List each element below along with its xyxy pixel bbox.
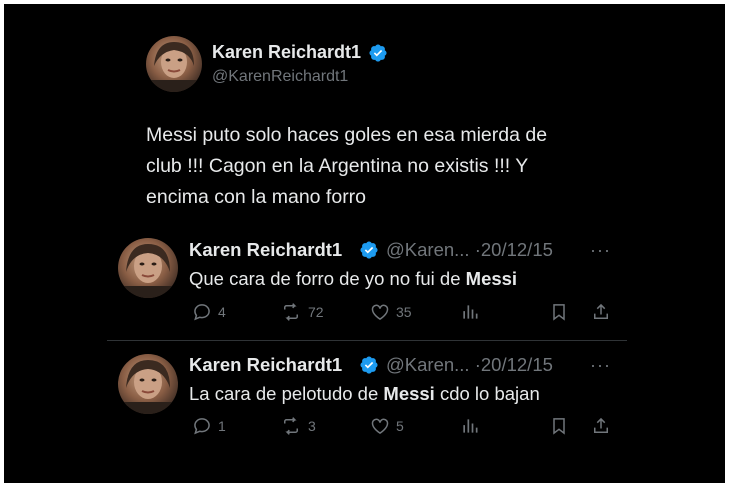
- bookmark-icon: [553, 304, 565, 321]
- avatar[interactable]: [118, 354, 178, 414]
- share-action[interactable]: [591, 416, 611, 436]
- like-icon: [371, 304, 389, 320]
- reply-count: 4: [218, 304, 226, 320]
- author-name[interactable]: Karen Reichardt1: [189, 239, 342, 261]
- repost-icon: [284, 303, 298, 321]
- avatar[interactable]: [146, 36, 202, 92]
- reply-text-mention: Messi: [465, 268, 518, 289]
- views-action[interactable]: [460, 416, 480, 436]
- views-action[interactable]: [460, 302, 480, 322]
- bookmark-action[interactable]: [549, 302, 569, 322]
- repost-action[interactable]: 3: [280, 416, 316, 436]
- tweet-screenshot: Karen Reichardt1 @KarenReichardt1 Messi …: [4, 4, 725, 483]
- tweet-date[interactable]: 20/12/15: [481, 239, 553, 260]
- like-action[interactable]: 35: [370, 302, 412, 322]
- reply-text-part: Que cara de forro de yo no fui de: [189, 268, 466, 289]
- verified-badge-icon: [360, 356, 378, 374]
- repost-action[interactable]: 72: [280, 302, 324, 322]
- like-count: 35: [396, 304, 412, 320]
- repost-count: 72: [308, 304, 324, 320]
- tweet-text-line: club !!! Cagon en la Argentina no existi…: [146, 155, 529, 177]
- reply-text: La cara de pelotudo de Messi cdo lo baja…: [189, 383, 540, 405]
- avatar[interactable]: [118, 238, 178, 298]
- tweet-text-line: Messi puto solo haces goles en esa mierd…: [146, 124, 548, 146]
- tweet-text: Messi puto solo haces goles en esa mierd…: [146, 120, 586, 213]
- like-count: 5: [396, 418, 404, 434]
- like-action[interactable]: 5: [370, 416, 404, 436]
- like-icon: [371, 418, 389, 434]
- reply-meta: @Karen... ·20/12/15: [386, 354, 553, 376]
- reply-icon: [194, 304, 210, 321]
- reply-icon: [194, 418, 210, 435]
- bookmark-action[interactable]: [549, 416, 569, 436]
- reply-text-mention: Messi: [383, 383, 435, 404]
- reply-count: 1: [218, 418, 226, 434]
- views-icon: [463, 305, 478, 319]
- author-name[interactable]: Karen Reichardt1: [189, 354, 342, 376]
- author-handle[interactable]: @Karen...: [386, 354, 470, 375]
- reply-action[interactable]: 4: [192, 302, 226, 322]
- author-handle[interactable]: @Karen...: [386, 239, 470, 260]
- repost-icon: [284, 417, 298, 435]
- more-options-button[interactable]: ···: [590, 240, 611, 261]
- author-name[interactable]: Karen Reichardt1: [212, 42, 361, 63]
- reply-action[interactable]: 1: [192, 416, 226, 436]
- divider: [107, 340, 627, 341]
- more-options-button[interactable]: ···: [590, 355, 611, 376]
- reply-text-part: cdo lo bajan: [434, 383, 540, 404]
- share-icon: [594, 417, 608, 433]
- tweet-date[interactable]: 20/12/15: [481, 354, 553, 375]
- reply-text-part: La cara de pelotudo de: [189, 383, 384, 404]
- repost-count: 3: [308, 418, 316, 434]
- author-handle[interactable]: @KarenReichardt1: [212, 68, 348, 86]
- bookmark-icon: [553, 418, 565, 435]
- share-action[interactable]: [591, 302, 611, 322]
- share-icon: [594, 303, 608, 319]
- tweet-text-line: encima con la mano forro: [146, 186, 367, 208]
- reply-text: Que cara de forro de yo no fui de Messi: [189, 268, 517, 290]
- views-icon: [463, 419, 478, 433]
- reply-meta: @Karen... ·20/12/15: [386, 239, 553, 261]
- verified-badge-icon: [369, 44, 387, 62]
- verified-badge-icon: [360, 241, 378, 259]
